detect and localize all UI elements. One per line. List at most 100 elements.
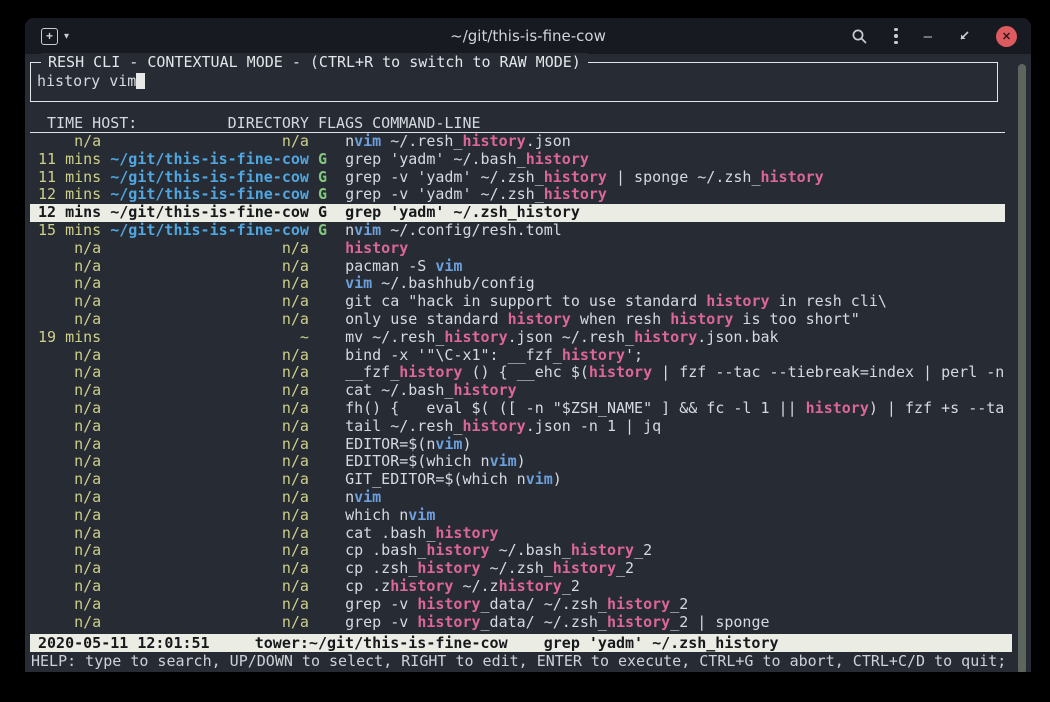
match-history: history bbox=[544, 186, 607, 203]
row-flags bbox=[318, 436, 327, 453]
window-title: ~/git/this-is-fine-cow bbox=[259, 27, 797, 45]
match-history: history bbox=[553, 560, 616, 577]
history-row[interactable]: n/a n/a nvim bbox=[30, 489, 1005, 507]
match-history: history bbox=[444, 329, 507, 346]
row-command: EDITOR=$(nvim) bbox=[345, 436, 471, 453]
row-time: n/a bbox=[38, 347, 101, 364]
match-history: history bbox=[761, 169, 824, 186]
minimize-button[interactable]: – bbox=[924, 29, 932, 44]
text-cursor bbox=[136, 73, 145, 89]
row-command: only use standard history when resh hist… bbox=[345, 311, 860, 328]
row-command: cp .bash_history ~/.bash_history_2 bbox=[345, 542, 652, 559]
match-history: history bbox=[607, 596, 670, 613]
history-row[interactable]: 15 mins ~/git/this-is-fine-cow G nvim ~/… bbox=[30, 222, 1005, 240]
match-history: history bbox=[417, 614, 480, 631]
history-row[interactable]: n/a n/a cat .bash_history bbox=[30, 525, 1005, 543]
match-vim: vim bbox=[354, 489, 381, 506]
help-line: HELP: type to search, UP/DOWN to select,… bbox=[25, 652, 1031, 671]
history-row[interactable]: 11 mins ~/git/this-is-fine-cow G grep -v… bbox=[30, 169, 1005, 187]
match-vim: vim bbox=[354, 133, 381, 150]
row-time: n/a bbox=[38, 240, 101, 257]
row-time: n/a bbox=[38, 258, 101, 275]
row-directory: ~/git/this-is-fine-cow bbox=[110, 186, 309, 203]
titlebar-right: – ✕ bbox=[797, 26, 1017, 47]
match-vim: vim bbox=[526, 471, 553, 488]
row-flags bbox=[318, 382, 327, 399]
row-time: n/a bbox=[38, 382, 101, 399]
menu-button[interactable] bbox=[894, 28, 898, 45]
row-time: n/a bbox=[38, 364, 101, 381]
history-row[interactable]: n/a n/a bind -x '"\C-x1": __fzf_history'… bbox=[30, 347, 1005, 365]
history-row[interactable]: n/a n/a GIT_EDITOR=$(which nvim) bbox=[30, 471, 1005, 489]
row-flags bbox=[318, 364, 327, 381]
history-row[interactable]: n/a n/a which nvim bbox=[30, 507, 1005, 525]
close-button[interactable]: ✕ bbox=[996, 26, 1017, 47]
match-history: history bbox=[670, 311, 733, 328]
row-directory: n/a bbox=[110, 382, 309, 399]
kebab-menu-icon bbox=[894, 28, 898, 45]
history-row[interactable]: n/a n/a cat ~/.bash_history bbox=[30, 382, 1005, 400]
history-row[interactable]: n/a n/a grep -v history_data/ ~/.zsh_his… bbox=[30, 596, 1005, 614]
resh-mode-title: RESH CLI - CONTEXTUAL MODE - (CTRL+R to … bbox=[41, 53, 588, 71]
history-row[interactable]: n/a n/a tail ~/.resh_history.json -n 1 |… bbox=[30, 418, 1005, 436]
row-time: 11 mins bbox=[38, 151, 101, 168]
history-row-selected[interactable]: 12 mins ~/git/this-is-fine-cow G grep 'y… bbox=[30, 204, 1005, 222]
match-history: history bbox=[562, 347, 625, 364]
match-history: history bbox=[571, 542, 634, 559]
resh-search-box: RESH CLI - CONTEXTUAL MODE - (CTRL+R to … bbox=[30, 62, 998, 102]
row-command: grep -v history_data/ ~/.zsh_history_2 |… bbox=[345, 614, 769, 631]
new-tab-button[interactable]: + ▾ bbox=[39, 26, 71, 47]
row-flags bbox=[318, 329, 327, 346]
row-command: __fzf_history () { __ehc $(history | fzf… bbox=[345, 364, 1005, 381]
history-row[interactable]: n/a n/a only use standard history when r… bbox=[30, 311, 1005, 329]
row-command: grep 'yadm' ~/.bash_history bbox=[345, 151, 589, 168]
match-history: history bbox=[417, 560, 480, 577]
row-flags bbox=[318, 614, 327, 631]
scrollbar-thumb[interactable] bbox=[1018, 64, 1026, 672]
row-directory: n/a bbox=[110, 578, 309, 595]
row-flags bbox=[318, 453, 327, 470]
table-column-headers: TIME HOST: DIRECTORY FLAGS COMMAND-LINE bbox=[30, 114, 1005, 133]
history-row[interactable]: n/a n/a nvim ~/.resh_history.json bbox=[30, 133, 1005, 151]
row-time: n/a bbox=[38, 400, 101, 417]
history-row[interactable]: n/a n/a cp .zhistory ~/.zhistory_2 bbox=[30, 578, 1005, 596]
row-command: pacman -S vim bbox=[345, 258, 462, 275]
match-vim: vim bbox=[435, 436, 462, 453]
row-time: n/a bbox=[38, 542, 101, 559]
history-row[interactable]: n/a n/a git ca "hack in support to use s… bbox=[30, 293, 1005, 311]
row-command: EDITOR=$(which nvim) bbox=[345, 453, 526, 470]
row-directory: n/a bbox=[110, 311, 309, 328]
row-time: n/a bbox=[38, 453, 101, 470]
match-history: history bbox=[417, 596, 480, 613]
close-icon: ✕ bbox=[996, 26, 1017, 47]
history-row[interactable]: n/a n/a grep -v history_data/ ~/.zsh_his… bbox=[30, 614, 1005, 632]
search-button[interactable] bbox=[851, 28, 868, 45]
row-directory: n/a bbox=[110, 436, 309, 453]
row-command: bind -x '"\C-x1": __fzf_history'; bbox=[345, 347, 643, 364]
history-row[interactable]: n/a n/a pacman -S vim bbox=[30, 258, 1005, 276]
history-row[interactable]: 19 mins ~ mv ~/.resh_history.json ~/.res… bbox=[30, 329, 1005, 347]
row-directory: n/a bbox=[110, 542, 309, 559]
row-command: grep 'yadm' ~/.zsh_history bbox=[345, 204, 580, 221]
restore-button[interactable] bbox=[958, 30, 970, 42]
history-row[interactable]: n/a n/a EDITOR=$(nvim) bbox=[30, 436, 1005, 454]
history-row[interactable]: n/a n/a __fzf_history () { __ehc $(histo… bbox=[30, 364, 1005, 382]
terminal-window: + ▾ ~/git/this-is-fine-cow – bbox=[25, 18, 1031, 672]
row-flags bbox=[318, 507, 327, 524]
history-row[interactable]: n/a n/a EDITOR=$(which nvim) bbox=[30, 453, 1005, 471]
row-time: n/a bbox=[38, 525, 101, 542]
history-row[interactable]: n/a n/a history bbox=[30, 240, 1005, 258]
row-command: nvim ~/.config/resh.toml bbox=[345, 222, 562, 239]
row-directory: ~/git/this-is-fine-cow bbox=[110, 151, 309, 168]
history-row[interactable]: 11 mins ~/git/this-is-fine-cow G grep 'y… bbox=[30, 151, 1005, 169]
row-command: tail ~/.resh_history.json -n 1 | jq bbox=[345, 418, 661, 435]
match-history: history bbox=[426, 542, 489, 559]
row-command: cat .bash_history bbox=[345, 525, 499, 542]
history-row[interactable]: n/a n/a cp .zsh_history ~/.zsh_history_2 bbox=[30, 560, 1005, 578]
history-row[interactable]: n/a n/a cp .bash_history ~/.bash_history… bbox=[30, 542, 1005, 560]
history-row[interactable]: n/a n/a vim ~/.bashhub/config bbox=[30, 275, 1005, 293]
history-row[interactable]: 12 mins ~/git/this-is-fine-cow G grep -v… bbox=[30, 186, 1005, 204]
row-command: fh() { eval $( ([ -n "$ZSH_NAME" ] && fc… bbox=[345, 400, 1005, 417]
row-command: cp .zsh_history ~/.zsh_history_2 bbox=[345, 560, 634, 577]
history-row[interactable]: n/a n/a fh() { eval $( ([ -n "$ZSH_NAME"… bbox=[30, 400, 1005, 418]
